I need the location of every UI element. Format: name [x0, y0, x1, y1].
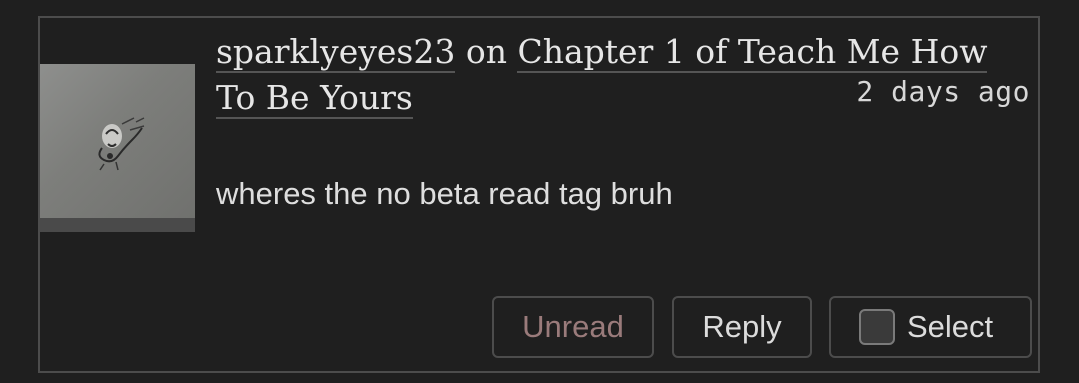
- on-word: on: [465, 32, 507, 71]
- comment-card: sparklyeyes23 on Chapter 1 of Teach Me H…: [38, 16, 1040, 373]
- select-button[interactable]: Select: [829, 296, 1032, 358]
- unread-button[interactable]: Unread: [492, 296, 654, 358]
- author-link[interactable]: sparklyeyes23: [216, 32, 456, 73]
- select-checkbox[interactable]: [859, 309, 895, 345]
- comment-body: wheres the no beta read tag bruh: [216, 176, 673, 211]
- select-label: Select: [907, 309, 994, 344]
- avatar[interactable]: [40, 64, 195, 232]
- timestamp: 2 days ago: [856, 75, 1030, 108]
- avatar-footer-strip: [40, 218, 195, 232]
- avatar-image: [98, 117, 145, 171]
- reply-button[interactable]: Reply: [672, 296, 812, 358]
